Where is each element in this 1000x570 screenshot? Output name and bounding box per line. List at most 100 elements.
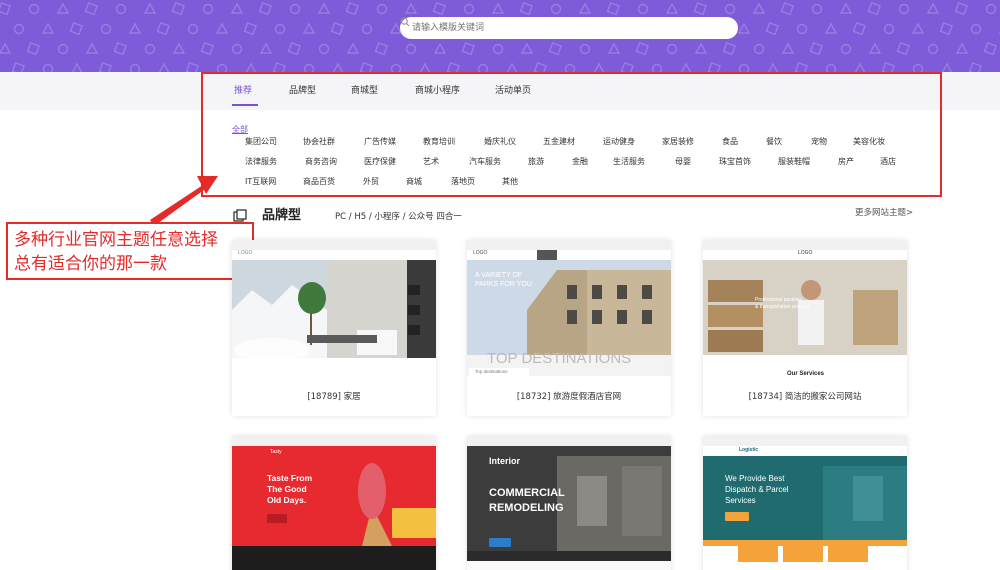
thumbnail-heading: We Provide Best	[725, 474, 785, 483]
pattern-shape	[955, 42, 969, 54]
pattern-shape	[564, 63, 576, 72]
pattern-shape	[359, 61, 373, 72]
pattern-shape	[171, 1, 185, 16]
card-thumbnail[interactable]: Tasty Taste From The Good Old Days.	[232, 446, 436, 570]
search-input[interactable]	[400, 17, 716, 39]
pattern-shape	[477, 63, 489, 72]
card-thumbnail[interactable]: LOGO Professional packing & transportati…	[703, 250, 907, 382]
thumbnail-heading: Services	[725, 496, 756, 505]
callout-line-2: 总有适合你的那一款	[14, 254, 167, 274]
thumbnail-button	[725, 512, 749, 521]
card-thumbnail[interactable]: LOGO	[232, 250, 436, 366]
pattern-shape	[446, 61, 460, 72]
pattern-shape	[216, 63, 228, 72]
pattern-shape	[144, 43, 156, 55]
thumbnail-heading: Dispatch & Parcel	[725, 485, 789, 494]
template-card[interactable]: Logistic We Provide Best Dispatch & Parc…	[703, 436, 907, 570]
pattern-shape	[912, 63, 924, 72]
pattern-shape	[376, 3, 388, 15]
pattern-shape	[332, 62, 344, 72]
thumbnail-logo: Logistic	[739, 447, 759, 453]
card-thumbnail[interactable]: Interior COMMERCIAL REMODELING	[467, 446, 671, 570]
pattern-shape	[968, 61, 982, 72]
card-top-bar	[232, 240, 436, 250]
pattern-shape	[330, 21, 344, 36]
pattern-shape	[156, 21, 170, 36]
thumbnail-heading: A VARIETY OF	[475, 272, 523, 279]
pattern-shape	[374, 41, 388, 56]
pattern-shape	[665, 2, 679, 14]
search-box[interactable]	[400, 17, 738, 39]
pattern-shape	[635, 41, 649, 56]
pattern-shape	[158, 62, 170, 72]
pattern-shape	[202, 3, 214, 15]
pattern-shape	[926, 2, 940, 14]
pattern-shape	[245, 62, 257, 72]
pattern-shape	[258, 1, 272, 16]
pattern-shape	[419, 62, 431, 72]
template-card[interactable]: LOGO [18789] 家居	[232, 240, 436, 416]
pattern-shape	[854, 62, 866, 72]
pattern-shape	[259, 42, 273, 54]
pattern-shape	[941, 62, 953, 72]
pattern-shape	[69, 21, 83, 36]
pattern-shape	[345, 1, 359, 16]
pattern-shape	[852, 21, 866, 36]
pattern-shape	[85, 42, 99, 54]
pattern-shape	[824, 22, 838, 34]
pattern-shape	[620, 61, 634, 72]
pattern-shape	[839, 2, 853, 14]
pattern-shape	[737, 22, 751, 34]
callout-line-1: 多种行业官网主题任意选择	[14, 230, 218, 250]
pattern-shape	[809, 41, 823, 56]
pattern-shape	[13, 23, 25, 35]
template-card[interactable]: Tasty Taste From The Good Old Days.	[232, 436, 436, 570]
pattern-shape	[215, 22, 229, 34]
card-top-bar	[467, 436, 671, 446]
pattern-shape	[694, 42, 708, 54]
pattern-shape	[41, 22, 55, 34]
card-title[interactable]: [18732] 旅游度假酒店官网	[467, 391, 671, 403]
pattern-shape	[432, 1, 446, 16]
pattern-shape	[550, 3, 562, 15]
thumbnail-button	[489, 538, 511, 547]
pattern-shape	[811, 3, 823, 15]
search-icon[interactable]	[400, 17, 738, 39]
card-thumbnail[interactable]: LOGO A VARIETY OF PARKS FOR YOU TOP DEST…	[467, 250, 671, 376]
thumbnail-button	[267, 514, 287, 523]
pattern-shape	[231, 43, 243, 55]
card-top-bar	[232, 436, 436, 446]
pattern-shape	[346, 42, 360, 54]
thumbnail-logo: Tasty	[270, 449, 282, 455]
template-card[interactable]: Interior COMMERCIAL REMODELING	[467, 436, 671, 570]
thumbnail-logo: Interior	[489, 456, 521, 466]
pattern-shape	[548, 41, 562, 56]
more-themes-link[interactable]: 更多网站主题>	[855, 207, 913, 219]
template-card[interactable]: LOGO A VARIETY OF PARKS FOR YOU TOP DEST…	[467, 240, 671, 416]
card-top-bar	[703, 240, 907, 250]
pattern-shape	[579, 43, 591, 55]
pattern-shape	[100, 23, 112, 35]
card-title[interactable]: [18789] 家居	[232, 391, 436, 403]
card-thumbnail[interactable]: Logistic We Provide Best Dispatch & Parc…	[703, 446, 907, 570]
pattern-shape	[796, 23, 808, 35]
section-title: 品牌型	[262, 208, 302, 223]
card-top-bar	[703, 436, 907, 446]
pattern-shape	[506, 62, 518, 72]
template-card[interactable]: LOGO Professional packing & transportati…	[703, 240, 907, 416]
thumbnail-heading: COMMERCIAL	[489, 487, 565, 499]
pattern-shape	[84, 1, 98, 16]
pattern-shape	[883, 23, 895, 35]
pattern-shape	[115, 3, 127, 15]
pattern-shape	[492, 43, 504, 55]
pattern-shape	[491, 2, 505, 14]
pattern-shape	[57, 43, 69, 55]
pattern-shape	[519, 1, 533, 16]
thumbnail-heading: Professional packing	[755, 297, 802, 303]
pattern-shape	[405, 43, 417, 55]
card-title[interactable]: [18734] 简洁的搬家公司网站	[703, 391, 907, 403]
pattern-shape	[868, 42, 882, 54]
pattern-shape	[129, 63, 141, 72]
pattern-shape	[272, 61, 286, 72]
pattern-shape	[840, 43, 852, 55]
